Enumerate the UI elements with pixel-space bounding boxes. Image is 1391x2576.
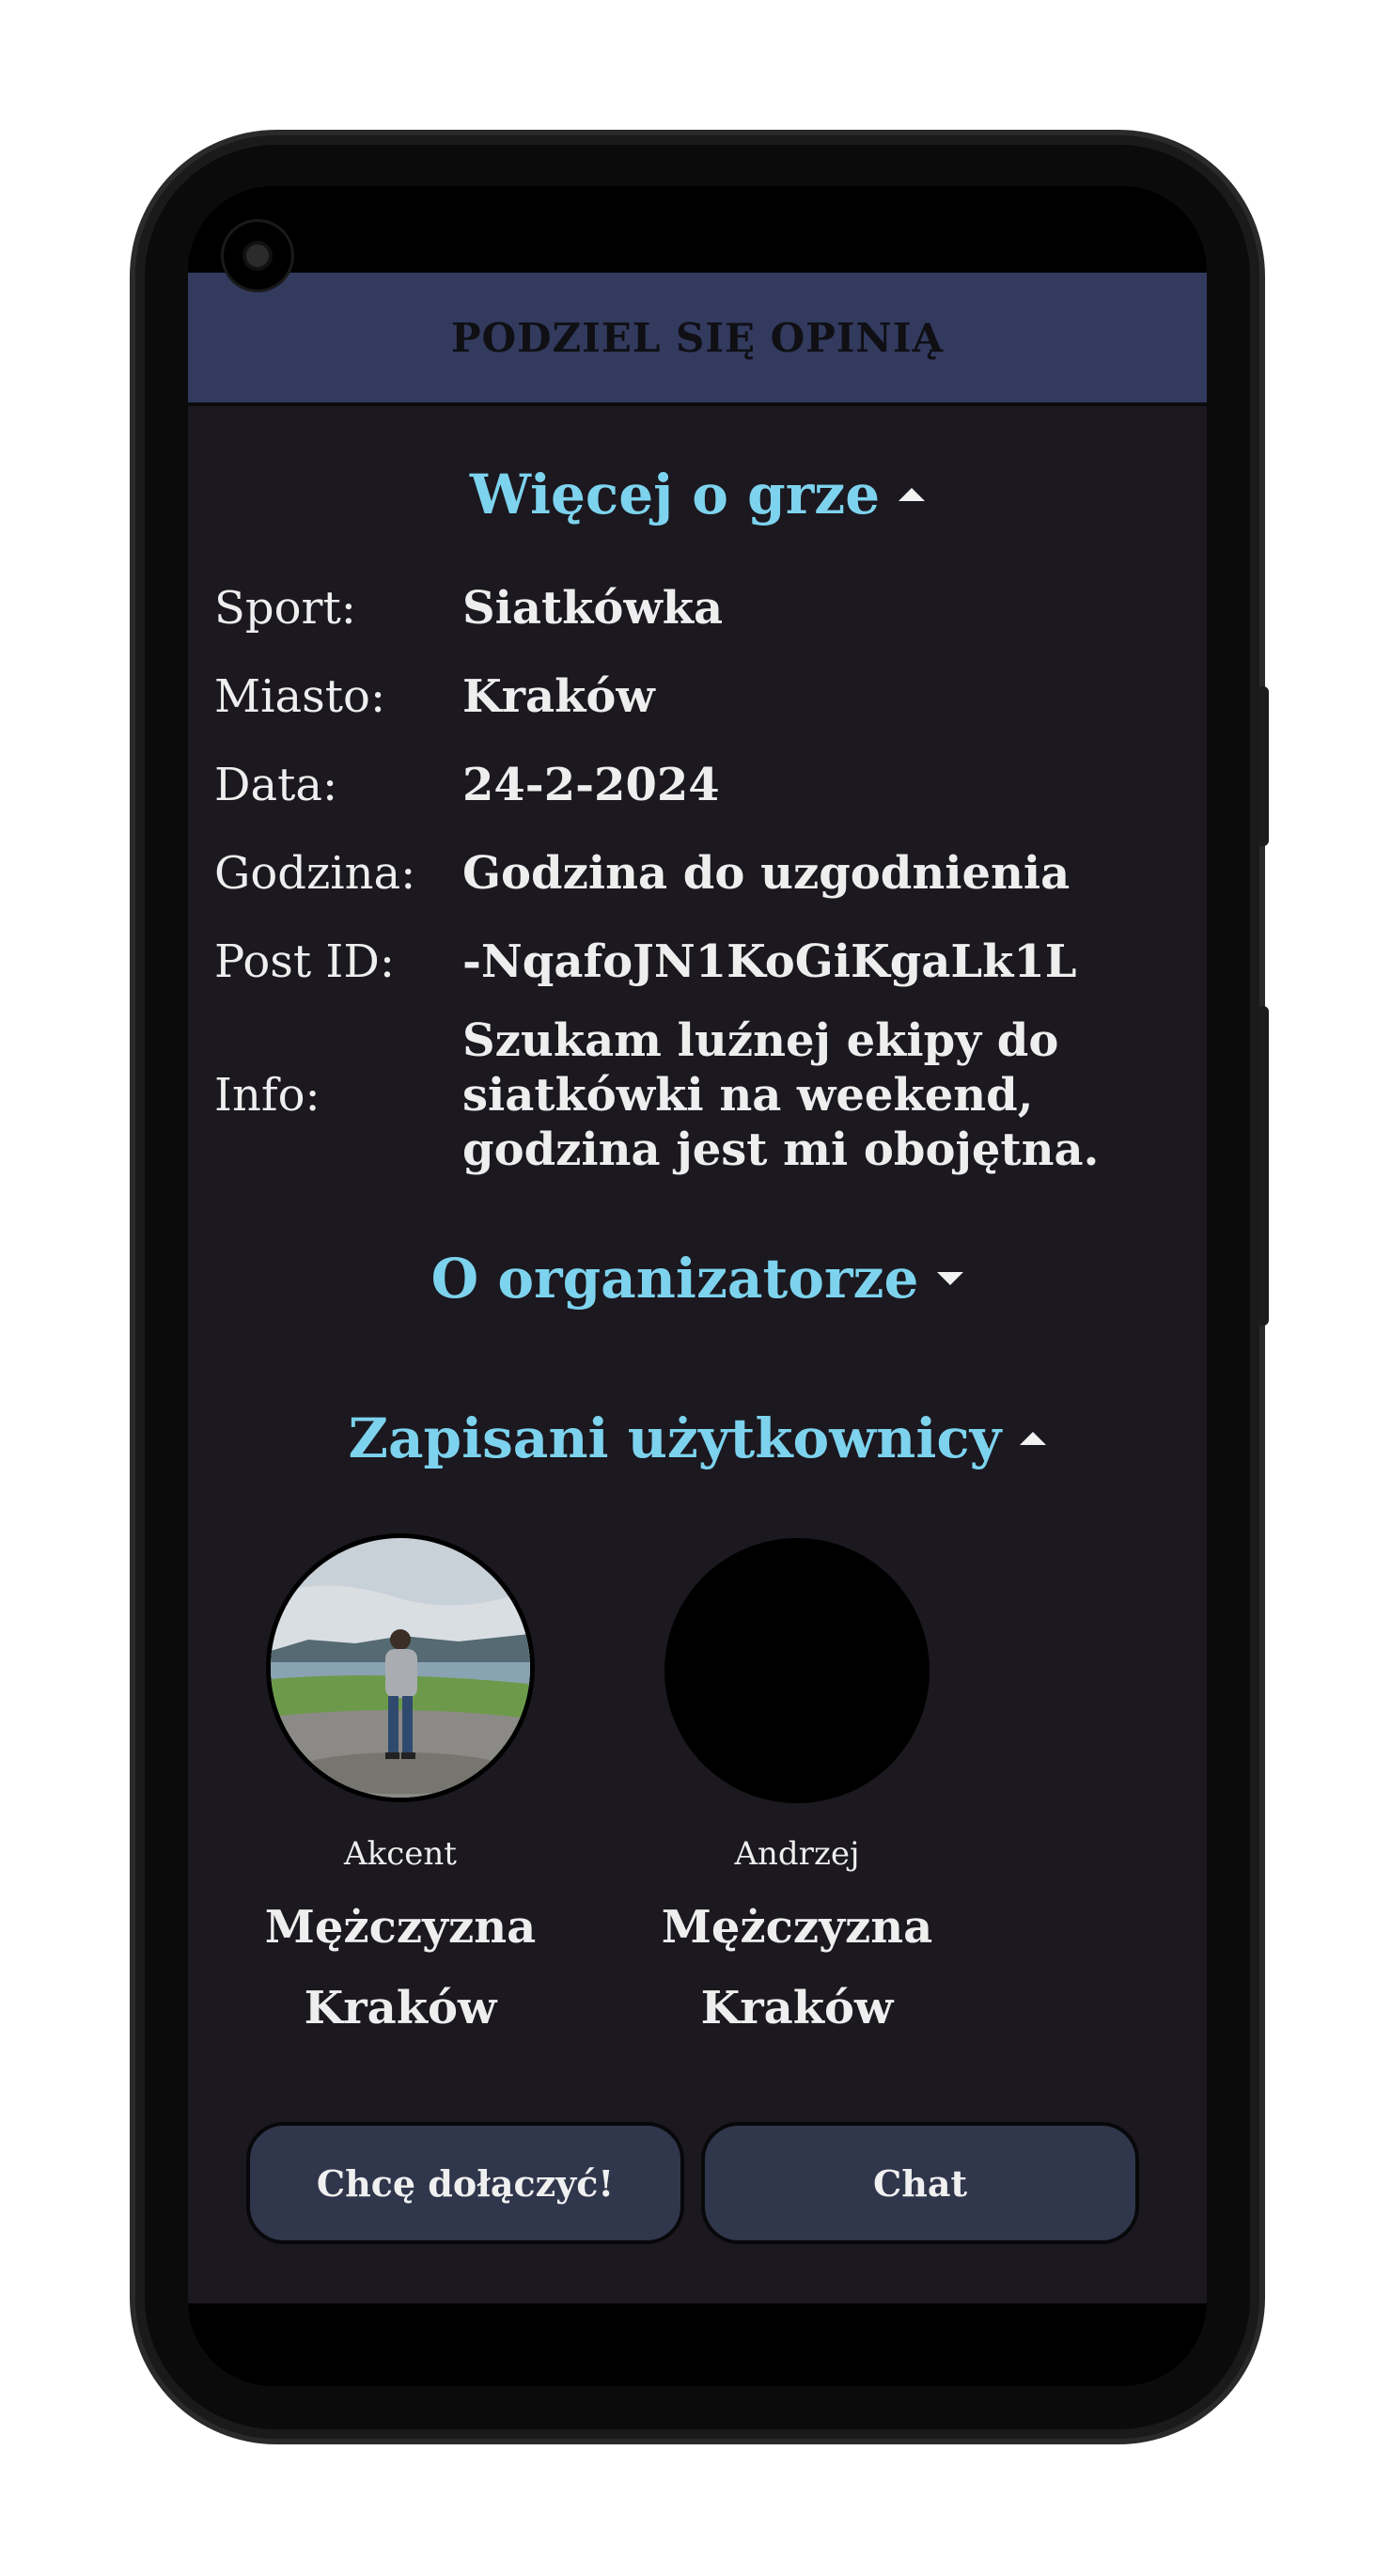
- caret-up-icon: [1020, 1432, 1047, 1445]
- user-name: Akcent: [344, 1835, 457, 1873]
- info-label: Info:: [214, 1069, 320, 1122]
- game-section-title: Więcej o grze: [469, 463, 881, 526]
- top-bar[interactable]: PODZIEL SIĘ OPINIĄ: [188, 273, 1207, 406]
- sport-label: Sport:: [214, 582, 356, 635]
- volume-button: [1258, 1006, 1269, 1326]
- date-label: Data:: [214, 759, 338, 811]
- join-button[interactable]: Chcę dołączyć!: [246, 2122, 684, 2244]
- time-value: Godzina do uzgodnienia: [462, 847, 1071, 900]
- caret-up-icon: [899, 488, 926, 501]
- user-card[interactable]: Akcent Mężczyzna Kraków: [259, 1538, 541, 2034]
- city-value: Kraków: [462, 670, 655, 723]
- info-row-sport: Sport: Siatkówka: [188, 564, 1207, 652]
- avatar: [271, 1538, 530, 1798]
- info-row-info: Info: Szukam luźnej ekipy do siatkówki n…: [188, 1006, 1207, 1185]
- caret-down-icon: [937, 1272, 964, 1285]
- front-camera-icon: [224, 222, 291, 290]
- phone-screen: PODZIEL SIĘ OPINIĄ Więcej o grze Sport: …: [188, 186, 1207, 2386]
- user-card[interactable]: Andrzej Mężczyzna Kraków: [656, 1538, 938, 2034]
- info-row-time: Godzina: Godzina do uzgodnienia: [188, 829, 1207, 918]
- game-section-header[interactable]: Więcej o grze: [188, 457, 1207, 532]
- game-details: Sport: Siatkówka Miasto: Kraków Data: 24…: [188, 564, 1207, 1185]
- avatar: [664, 1538, 930, 1803]
- time-label: Godzina:: [214, 847, 416, 900]
- users-section-header[interactable]: Zapisani użytkownicy: [188, 1401, 1207, 1476]
- power-button: [1258, 686, 1269, 846]
- user-gender: Mężczyzna: [661, 1901, 933, 1954]
- organizer-section-title: O organizatorze: [430, 1247, 919, 1311]
- users-section-title: Zapisani użytkownicy: [348, 1406, 1002, 1470]
- user-gender: Mężczyzna: [264, 1901, 537, 1954]
- users-list: Akcent Mężczyzna Kraków Andrzej Mężczyzn…: [188, 1538, 1207, 2065]
- info-row-post-id: Post ID: -NqafoJN1KoGiKgaLk1L: [188, 918, 1207, 1006]
- info-row-city: Miasto: Kraków: [188, 652, 1207, 741]
- organizer-section-header[interactable]: O organizatorze: [188, 1241, 1207, 1316]
- page-title: PODZIEL SIĘ OPINIĄ: [450, 314, 945, 361]
- user-name: Andrzej: [734, 1835, 860, 1873]
- post-id-value: -NqafoJN1KoGiKgaLk1L: [462, 935, 1077, 988]
- sport-value: Siatkówka: [462, 582, 724, 635]
- chat-button[interactable]: Chat: [701, 2122, 1139, 2244]
- info-row-date: Data: 24-2-2024: [188, 741, 1207, 829]
- city-label: Miasto:: [214, 670, 386, 723]
- info-value: Szukam luźnej ekipy do siatkówki na week…: [462, 1014, 1100, 1176]
- app-content: PODZIEL SIĘ OPINIĄ Więcej o grze Sport: …: [188, 273, 1207, 2303]
- date-value: 24-2-2024: [462, 759, 720, 811]
- user-photo-icon: [271, 1538, 530, 1798]
- post-id-label: Post ID:: [214, 935, 396, 988]
- user-city: Kraków: [700, 1982, 894, 2034]
- user-city: Kraków: [304, 1982, 497, 2034]
